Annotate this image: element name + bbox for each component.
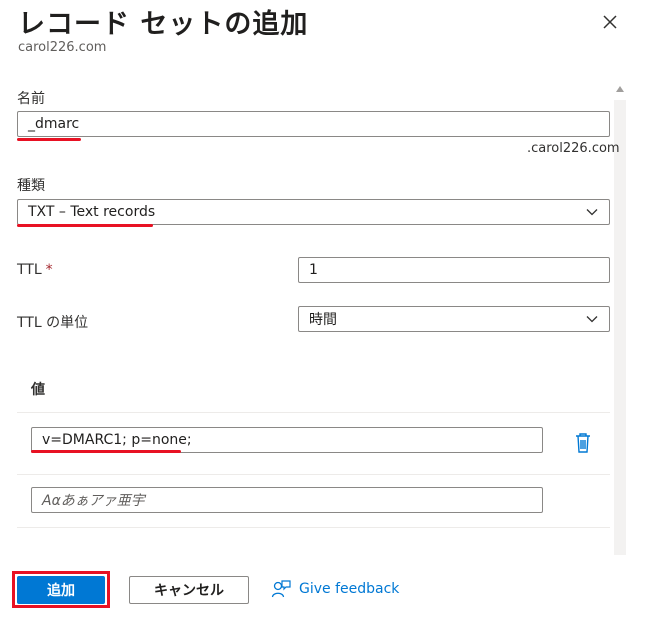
give-feedback-link[interactable]: Give feedback <box>271 579 399 599</box>
panel-subtitle: carol226.com <box>18 40 107 55</box>
feedback-icon <box>271 580 291 598</box>
new-value-placeholder: Aαあぁアァ亜宇 <box>42 493 145 509</box>
close-button[interactable] <box>596 8 624 36</box>
name-label: 名前 <box>17 91 45 107</box>
name-input[interactable]: _dmarc <box>17 111 610 137</box>
divider <box>17 527 610 528</box>
required-marker: * <box>45 262 53 278</box>
ttl-input[interactable]: 1 <box>298 257 610 283</box>
close-icon <box>603 15 617 29</box>
scroll-up-arrow-icon[interactable] <box>616 86 624 92</box>
values-header: 値 <box>31 382 45 398</box>
give-feedback-label: Give feedback <box>299 581 400 597</box>
type-select-value: TXT – Text records <box>28 204 156 220</box>
name-highlight <box>17 138 81 141</box>
domain-suffix: .carol226.com <box>527 141 620 156</box>
value-highlight <box>31 450 181 453</box>
ttl-unit-value: 時間 <box>309 312 337 328</box>
panel-title: レコード セットの追加 <box>18 9 309 40</box>
value-input-text: v=DMARC1; p=none; <box>42 432 192 448</box>
chevron-down-icon <box>586 209 598 216</box>
name-input-value: _dmarc <box>28 116 80 132</box>
divider <box>17 474 610 475</box>
new-value-input[interactable]: Aαあぁアァ亜宇 <box>31 487 543 513</box>
type-label: 種類 <box>17 178 45 194</box>
scrollbar-track[interactable] <box>614 100 626 555</box>
ttl-unit-label: TTL の単位 <box>17 315 89 331</box>
divider <box>17 412 610 413</box>
add-button[interactable]: 追加 <box>17 576 105 604</box>
chevron-down-icon <box>586 316 598 323</box>
ttl-unit-select[interactable]: 時間 <box>298 306 610 332</box>
cancel-button[interactable]: キャンセル <box>129 576 249 604</box>
type-highlight <box>17 224 153 227</box>
type-select[interactable]: TXT – Text records <box>17 199 610 225</box>
ttl-label: TTL * <box>17 262 53 278</box>
ttl-input-value: 1 <box>309 262 318 278</box>
trash-icon <box>576 433 590 453</box>
delete-value-button[interactable] <box>574 432 592 454</box>
